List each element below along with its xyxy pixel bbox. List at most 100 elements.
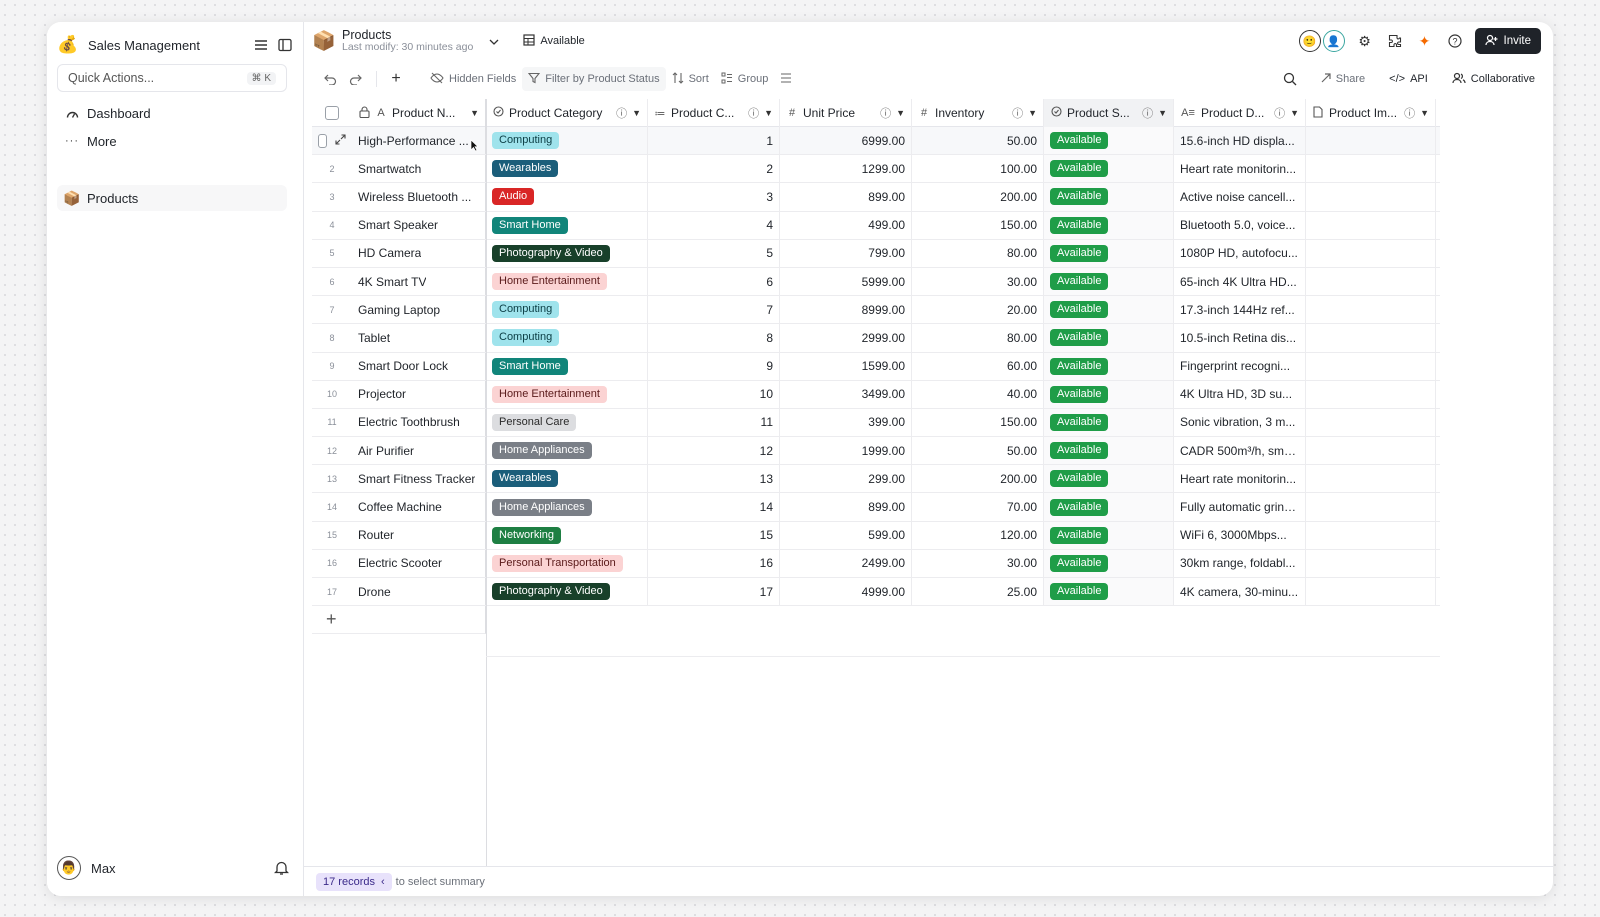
inventory-cell[interactable]: 150.00 [912,211,1044,239]
product-description-cell[interactable]: Heart rate monitorin... [1174,465,1306,493]
inventory-cell[interactable]: 80.00 [912,239,1044,267]
product-category-cell[interactable]: Photography & Video [486,578,648,606]
product-category-cell[interactable]: Home Entertainment [486,380,648,408]
info-icon[interactable]: ⓘ [1142,105,1153,121]
column-header-product-status[interactable]: Product S... ⓘ ▼ [1044,99,1174,127]
product-name-cell[interactable]: Projector [352,380,486,408]
unit-price-cell[interactable]: 1599.00 [780,352,912,380]
inventory-cell[interactable]: 80.00 [912,324,1044,352]
invite-button[interactable]: Invite [1474,28,1541,54]
collaborative-button[interactable]: Collaborative [1446,67,1541,91]
product-image-cell[interactable] [1306,352,1436,380]
inventory-cell[interactable]: 20.00 [912,296,1044,324]
caret-down-icon[interactable]: ▼ [632,108,641,118]
inventory-cell[interactable]: 200.00 [912,183,1044,211]
caret-down-icon[interactable]: ▼ [1028,108,1037,118]
row-index[interactable] [312,127,352,154]
product-category-cell[interactable]: Home Entertainment [486,267,648,296]
chevron-down-icon[interactable] [489,34,503,48]
api-button[interactable]: </> API [1383,67,1434,91]
product-name-cell[interactable]: HD Camera [352,239,486,267]
product-category-cell[interactable]: Photography & Video [486,239,648,267]
expand-record-icon[interactable] [335,134,346,148]
row-checkbox[interactable] [318,133,327,148]
product-description-cell[interactable]: Heart rate monitorin... [1174,155,1306,183]
redo-button[interactable] [343,67,368,91]
product-code-cell[interactable]: 10 [648,380,780,408]
product-name-cell[interactable]: Gaming Laptop [352,296,486,324]
column-header-product-description[interactable]: A≡ Product D... ⓘ ▼ [1174,99,1306,127]
product-image-cell[interactable] [1306,493,1436,521]
inventory-cell[interactable]: 60.00 [912,352,1044,380]
table-row[interactable]: 4 Smart Speaker Smart Home 4 499.00 150.00 Ava… [312,211,1440,240]
product-status-cell[interactable]: Available [1044,578,1174,606]
unit-price-cell[interactable]: 2999.00 [780,324,912,352]
product-description-cell[interactable]: 17.3-inch 144Hz ref... [1174,296,1306,324]
unit-price-cell[interactable]: 899.00 [780,493,912,521]
product-code-cell[interactable]: 16 [648,549,780,577]
product-status-cell[interactable]: Available [1044,521,1174,549]
unit-price-cell[interactable]: 5999.00 [780,267,912,296]
product-image-cell[interactable] [1306,380,1436,408]
inventory-cell[interactable]: 50.00 [912,127,1044,155]
table-row[interactable]: 5 HD Camera Photography & Video 5 799.00 80.0… [312,239,1440,268]
product-code-cell[interactable]: 3 [648,183,780,211]
product-category-cell[interactable]: Wearables [486,155,648,183]
product-status-cell[interactable]: Available [1044,437,1174,465]
column-header-product-name[interactable]: A Product N... ▼ [352,99,486,127]
product-category-cell[interactable]: Smart Home [486,211,648,239]
product-name-cell[interactable]: Coffee Machine [352,493,486,521]
inventory-cell[interactable]: 200.00 [912,465,1044,493]
column-header-product-image[interactable]: Product Im... ⓘ ▼ [1306,99,1436,127]
inventory-cell[interactable]: 50.00 [912,437,1044,465]
table-row[interactable]: 7 Gaming Laptop Computing 7 8999.00 20.00 Avai… [312,296,1440,325]
caret-down-icon[interactable]: ▼ [1158,108,1167,118]
product-code-cell[interactable]: 12 [648,437,780,465]
product-name-cell[interactable]: Air Purifier [352,437,486,465]
product-image-cell[interactable] [1306,127,1436,155]
hidden-fields-button[interactable]: Hidden Fields [424,67,522,91]
product-description-cell[interactable]: 4K camera, 30-minu... [1174,578,1306,606]
column-header-unit-price[interactable]: # Unit Price ⓘ ▼ [780,99,912,127]
product-name-cell[interactable]: Electric Scooter [352,549,486,577]
inventory-cell[interactable]: 30.00 [912,267,1044,296]
product-code-cell[interactable]: 6 [648,267,780,296]
product-name-cell[interactable]: Router [352,521,486,549]
product-code-cell[interactable]: 8 [648,324,780,352]
product-name-cell[interactable]: Electric Toothbrush [352,408,486,437]
nav-item-dashboard[interactable]: Dashboard [57,100,287,126]
product-name-cell[interactable]: Smart Speaker [352,211,486,239]
unit-price-cell[interactable]: 1999.00 [780,437,912,465]
product-code-cell[interactable]: 2 [648,155,780,183]
records-count-badge[interactable]: 17 records ‹ [316,872,392,891]
table-row[interactable]: 12 Air Purifier Home Appliances 12 1999.00 50… [312,437,1440,466]
table-row[interactable]: 8 Tablet Computing 8 2999.00 80.00 Available 10… [312,324,1440,353]
inventory-cell[interactable]: 100.00 [912,155,1044,183]
product-status-cell[interactable]: Available [1044,211,1174,239]
quick-actions-input[interactable]: Quick Actions... ⌘ K [57,64,287,92]
product-description-cell[interactable]: 10.5-inch Retina dis... [1174,324,1306,352]
product-status-cell[interactable]: Available [1044,324,1174,352]
product-category-cell[interactable]: Computing [486,324,648,352]
product-category-cell[interactable]: Personal Transportation [486,549,648,577]
product-description-cell[interactable]: Active noise cancell... [1174,183,1306,211]
gear-icon[interactable]: ⚙ [1355,31,1375,51]
unit-price-cell[interactable]: 399.00 [780,408,912,437]
unit-price-cell[interactable]: 899.00 [780,183,912,211]
product-name-cell[interactable]: Smartwatch [352,155,486,183]
product-category-cell[interactable]: Home Appliances [486,493,648,521]
product-description-cell[interactable]: WiFi 6, 3000Mbps... [1174,521,1306,549]
info-icon[interactable]: ⓘ [1404,105,1415,121]
product-image-cell[interactable] [1306,155,1436,183]
product-code-cell[interactable]: 14 [648,493,780,521]
product-name-cell[interactable]: High-Performance ... [352,127,486,155]
table-row[interactable]: 3 Wireless Bluetooth ... Audio 3 899.00 200.0… [312,183,1440,212]
caret-down-icon[interactable]: ▼ [1290,108,1299,118]
info-icon[interactable]: ⓘ [616,105,627,121]
select-all-checkbox[interactable] [325,106,339,120]
product-image-cell[interactable] [1306,239,1436,267]
unit-price-cell[interactable]: 299.00 [780,465,912,493]
inventory-cell[interactable]: 25.00 [912,578,1044,606]
product-status-cell[interactable]: Available [1044,465,1174,493]
product-name-cell[interactable]: Tablet [352,324,486,352]
